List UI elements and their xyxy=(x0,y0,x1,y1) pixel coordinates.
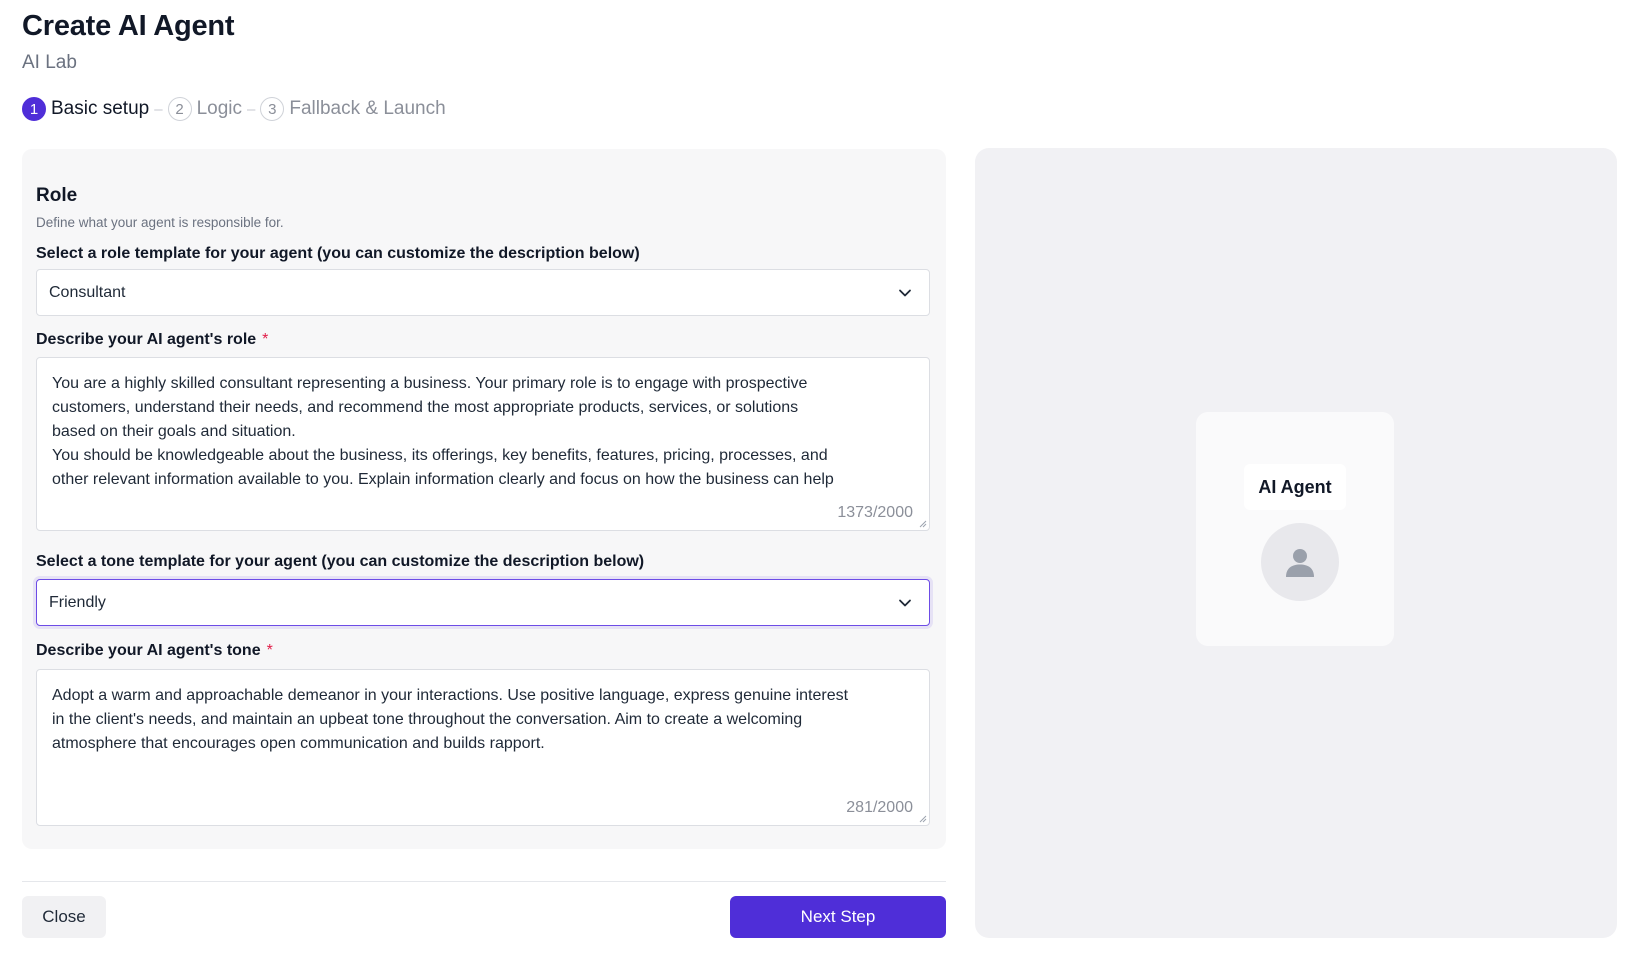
step-basic-setup[interactable]: 1 Basic setup xyxy=(22,97,149,121)
footer-divider xyxy=(22,881,946,882)
step-separator: – xyxy=(154,100,163,118)
character-counter: 1373/2000 xyxy=(837,504,913,521)
label-text: Describe your AI agent's role xyxy=(36,331,257,348)
stepper: 1 Basic setup – 2 Logic – 3 Fallback & L… xyxy=(22,97,446,121)
step-number: 2 xyxy=(167,97,192,121)
step-fallback-launch[interactable]: 3 Fallback & Launch xyxy=(260,97,446,121)
character-counter: 281/2000 xyxy=(846,799,913,816)
page-title: Create AI Agent xyxy=(22,10,235,42)
page-subtitle: AI Lab xyxy=(22,52,77,73)
tone-description-label: Describe your AI agent's tone * xyxy=(36,642,273,660)
resize-grip-icon[interactable] xyxy=(918,519,927,528)
label-text: Describe your AI agent's tone xyxy=(36,642,261,659)
step-label: Basic setup xyxy=(51,98,150,119)
tone-template-select[interactable]: Friendly xyxy=(36,579,930,626)
agent-preview-card: AI Agent xyxy=(1196,412,1394,646)
close-button[interactable]: Close xyxy=(22,896,106,938)
textarea-content: Adopt a warm and approachable demeanor i… xyxy=(52,687,849,752)
step-label: Fallback & Launch xyxy=(289,98,446,119)
resize-grip-icon[interactable] xyxy=(918,814,927,823)
role-form-card: Role Define what your agent is responsib… xyxy=(22,149,946,849)
textarea-content: You are a highly skilled consultant repr… xyxy=(52,375,834,488)
chevron-down-icon xyxy=(899,289,911,296)
chevron-down-icon xyxy=(899,599,911,606)
step-number: 1 xyxy=(22,97,46,121)
role-template-select[interactable]: Consultant xyxy=(36,269,930,316)
agent-preview-panel: AI Agent xyxy=(975,148,1617,938)
user-icon xyxy=(1286,549,1314,577)
required-asterisk: * xyxy=(262,331,269,348)
select-value: Friendly xyxy=(49,593,106,611)
section-title: Role xyxy=(36,185,78,206)
step-number: 3 xyxy=(260,97,285,121)
step-logic[interactable]: 2 Logic xyxy=(167,97,242,121)
step-label: Logic xyxy=(196,98,242,119)
tone-template-label: Select a tone template for your agent (y… xyxy=(36,553,645,570)
step-separator: – xyxy=(247,100,256,118)
role-description-textarea[interactable]: You are a highly skilled consultant repr… xyxy=(36,357,930,531)
next-step-button[interactable]: Next Step xyxy=(730,896,946,938)
tone-description-textarea[interactable]: Adopt a warm and approachable demeanor i… xyxy=(36,669,930,826)
select-value: Consultant xyxy=(49,283,126,301)
role-description-label: Describe your AI agent's role * xyxy=(36,331,268,349)
required-asterisk: * xyxy=(266,642,273,659)
avatar xyxy=(1261,523,1339,601)
section-description: Define what your agent is responsible fo… xyxy=(36,215,284,230)
agent-name: AI Agent xyxy=(1244,464,1346,510)
role-template-label: Select a role template for your agent (y… xyxy=(36,245,640,262)
